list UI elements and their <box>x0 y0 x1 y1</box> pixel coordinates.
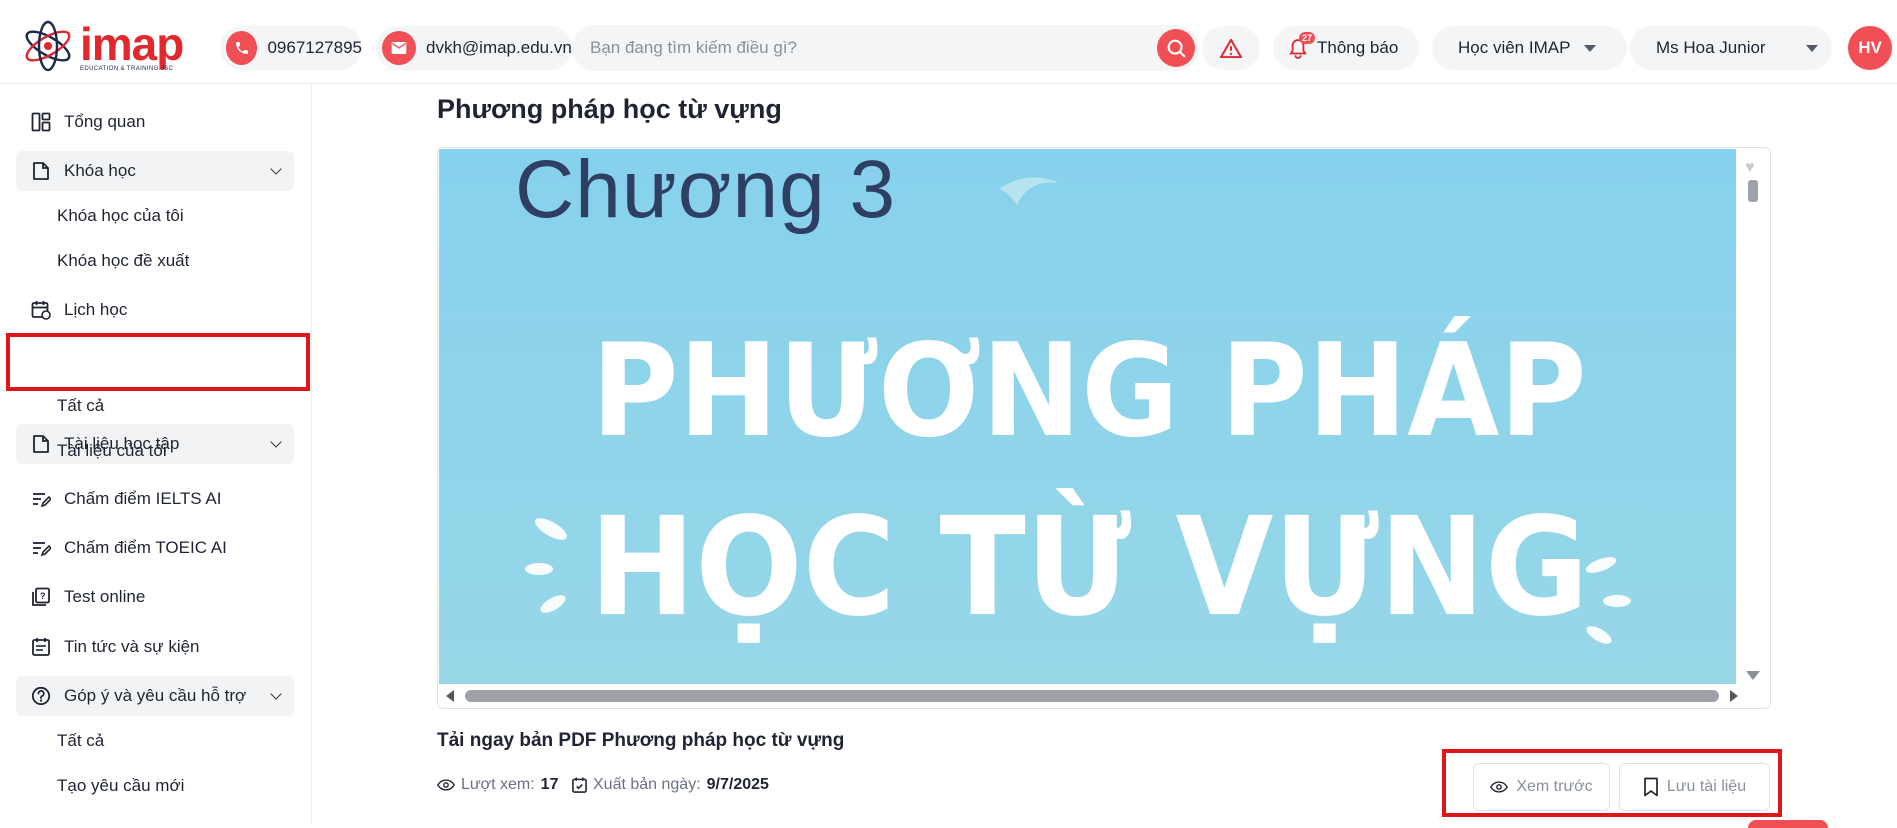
notifications-label: Thông báo <box>1317 38 1399 57</box>
sidebar-item-news-events[interactable]: Tin tức và sự kiện <box>16 627 294 667</box>
notifications-button[interactable]: 27 Thông báo <box>1273 26 1419 70</box>
caret-down-icon <box>1584 44 1597 52</box>
phone-icon <box>226 31 258 65</box>
sidebar-subitem-suggested-courses[interactable]: Khóa học đề xuất <box>57 251 189 271</box>
sidebar-item-test-online[interactable]: ? Test online <box>16 577 294 617</box>
sidebar-item-overview[interactable]: Tổng quan <box>16 102 294 142</box>
search-icon <box>1167 39 1186 58</box>
search-button[interactable] <box>1157 29 1195 67</box>
help-icon <box>30 685 52 707</box>
user-dropdown-value: Ms Hoa Junior <box>1656 38 1766 57</box>
document-preview-slide: Chương 3 PHƯƠNG PHÁP HỌC TỪ VỰNG <box>439 149 1737 685</box>
user-avatar[interactable]: HV <box>1848 26 1892 70</box>
book-icon <box>30 160 52 182</box>
caret-down-icon <box>1805 44 1818 52</box>
slide-chapter-text: Chương 3 <box>515 149 897 235</box>
save-document-button[interactable]: Lưu tài liệu <box>1619 763 1770 811</box>
viewer-horizontal-scrollbar[interactable] <box>438 684 1770 708</box>
role-dropdown[interactable]: Học viên IMAP <box>1432 26 1627 70</box>
sidebar-item-label: Lịch học <box>64 300 128 319</box>
sidebar-subitem-new-request[interactable]: Tạo yêu cầu mới <box>57 776 184 796</box>
sidebar-subitem-all-requests[interactable]: Tất cả <box>57 731 104 751</box>
chevron-down-icon <box>270 688 282 700</box>
sidebar-nav: Tổng quan Khóa học Khóa học của tôi Khóa… <box>0 84 312 824</box>
floating-action-edge[interactable] <box>1748 820 1828 828</box>
document-icon <box>30 433 52 455</box>
views-label: Lượt xem: <box>461 776 535 793</box>
news-icon <box>30 636 52 658</box>
scroll-down-arrow-icon[interactable] <box>1746 671 1760 680</box>
email-contact[interactable]: dvkh@imap.edu.vn <box>376 26 572 70</box>
sidebar-item-label: Chấm điểm IELTS AI <box>64 489 222 508</box>
preview-button-label: Xem trước <box>1516 778 1593 795</box>
document-title: Tải ngay bản PDF Phương pháp học từ vựng <box>437 730 845 751</box>
logo-wordmark: imap <box>80 18 184 70</box>
grading-icon <box>30 488 52 510</box>
sidebar-item-label: Tổng quan <box>64 112 146 131</box>
logo-atom-icon <box>25 20 71 72</box>
top-header: imap EDUCATION & TRAINING JSC 0967127895… <box>0 0 1897 84</box>
grading-icon <box>30 537 52 559</box>
document-viewer[interactable]: Chương 3 PHƯƠNG PHÁP HỌC TỪ VỰNG ♥ <box>437 147 1771 709</box>
svg-text:?: ? <box>40 591 46 601</box>
horizontal-scroll-thumb[interactable] <box>465 690 1719 702</box>
notification-count-badge: 27 <box>1299 32 1316 44</box>
published-value: 9/7/2025 <box>706 776 769 793</box>
sidebar-item-label: Góp ý và yêu cầu hỗ trợ <box>64 686 247 705</box>
phone-number: 0967127895 <box>267 38 362 57</box>
search-bar <box>572 25 1199 71</box>
preview-button[interactable]: Xem trước <box>1473 763 1610 811</box>
imap-logo[interactable]: imap EDUCATION & TRAINING JSC <box>22 18 202 74</box>
sidebar-subitem-my-courses[interactable]: Khóa học của tôi <box>57 206 184 226</box>
sidebar-item-ielts-ai[interactable]: Chấm điểm IELTS AI <box>16 479 294 519</box>
sidebar-subitem-all-documents[interactable]: Tất cả <box>57 396 104 416</box>
page-title: Phương pháp học từ vựng <box>437 94 782 124</box>
chevron-down-icon <box>270 436 282 448</box>
sidebar-item-toeic-ai[interactable]: Chấm điểm TOEIC AI <box>16 528 294 568</box>
slide-headline-line2: HỌC TỪ VỰNG <box>589 489 1589 647</box>
scroll-left-arrow-icon[interactable] <box>446 690 454 702</box>
sidebar-item-courses[interactable]: Khóa học <box>16 151 294 191</box>
viewer-vertical-scrollbar[interactable]: ♥ <box>1736 148 1770 686</box>
calendar-check-icon <box>572 777 587 793</box>
warning-icon <box>1220 38 1242 58</box>
slide-headline-line1: PHƯƠNG PHÁP <box>591 317 1587 466</box>
mail-icon <box>382 31 416 65</box>
bell-icon: 27 <box>1289 32 1316 60</box>
quiz-icon: ? <box>30 586 52 608</box>
sidebar-item-label: Test online <box>64 587 146 606</box>
sidebar-item-label: Khóa học <box>64 161 136 180</box>
logo-subtitle: EDUCATION & TRAINING JSC <box>80 66 174 72</box>
scroll-right-arrow-icon[interactable] <box>1730 690 1738 702</box>
phone-contact[interactable]: 0967127895 <box>220 26 362 70</box>
chevron-down-icon <box>270 163 282 175</box>
save-button-label: Lưu tài liệu <box>1666 778 1747 795</box>
bookmark-icon <box>1643 777 1659 797</box>
views-value: 17 <box>540 776 559 793</box>
published-label: Xuất bản ngày: <box>593 776 701 793</box>
sidebar-item-label: Chấm điểm TOEIC AI <box>64 538 227 557</box>
role-dropdown-value: Học viên IMAP <box>1458 38 1571 57</box>
sidebar-subitem-my-documents[interactable]: Tài liệu của tôi <box>57 441 167 461</box>
views-meta: Lượt xem: 17 <box>437 776 558 794</box>
heart-icon[interactable]: ♥ <box>1745 160 1755 176</box>
calendar-icon <box>30 299 52 321</box>
sidebar-item-schedule[interactable]: Lịch học <box>16 290 294 330</box>
vertical-scroll-thumb[interactable] <box>1748 180 1758 202</box>
eye-icon <box>1490 780 1509 794</box>
email-address: dvkh@imap.edu.vn <box>426 38 572 57</box>
sidebar-item-feedback-support[interactable]: Góp ý và yêu cầu hỗ trợ <box>16 676 294 716</box>
published-meta: Xuất bản ngày: 9/7/2025 <box>572 776 769 794</box>
report-button[interactable] <box>1202 26 1260 70</box>
eye-icon <box>437 778 455 792</box>
search-input[interactable] <box>590 25 1130 71</box>
sidebar-item-label: Tin tức và sự kiện <box>64 637 200 656</box>
dashboard-icon <box>30 111 52 133</box>
user-dropdown[interactable]: Ms Hoa Junior <box>1630 26 1832 70</box>
